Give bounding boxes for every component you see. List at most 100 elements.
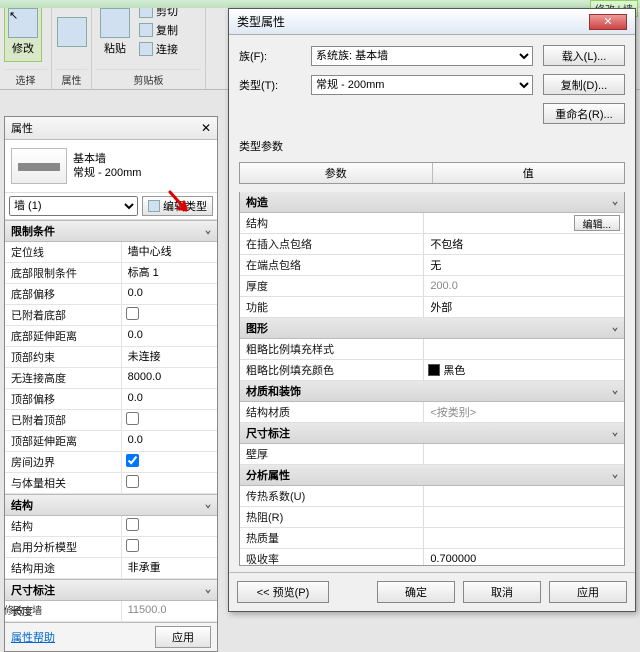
type-params-label: 类型参数 [239, 138, 625, 154]
copy-button[interactable]: 复制 [136, 21, 181, 39]
paste-icon [100, 8, 130, 38]
expander-icon: ⌄ [205, 584, 211, 596]
type-properties-dialog: 类型属性 ✕ 族(F): 系统族: 基本墙 载入(L)... 类型(T): 常规… [228, 8, 636, 612]
col-param: 参数 [240, 163, 433, 183]
width-field [428, 279, 620, 293]
type-params-grid: 构造⌄ 结构编辑... 在插入点包络 在端点包络 厚度 功能 图形⌄ 粗略比例填… [239, 192, 625, 566]
properties-title: 属性 [11, 120, 33, 136]
param-label: 结构用途 [5, 558, 122, 578]
group-dimensions[interactable]: 尺寸标注⌄ [5, 579, 217, 601]
group-props-label: 属性 [56, 69, 87, 89]
load-button[interactable]: 载入(L)... [543, 45, 625, 66]
copy-label: 复制 [156, 22, 178, 38]
expander-icon: ⌄ [205, 499, 211, 511]
status-bar: 修改 | 墙 [4, 602, 42, 617]
ok-button[interactable]: 确定 [377, 581, 455, 603]
properties-help-link[interactable]: 属性帮助 [11, 629, 55, 645]
param-label: 传热系数(U) [240, 486, 424, 506]
group-analytical[interactable]: 分析属性⌄ [240, 465, 624, 486]
param-label: 定位线 [5, 242, 122, 262]
top-attached-checkbox[interactable] [126, 412, 139, 425]
duplicate-button[interactable]: 复制(D)... [543, 74, 625, 95]
expander-icon: ⌄ [612, 385, 618, 397]
preview-button[interactable]: << 预览(P) [237, 581, 329, 603]
dialog-apply-button[interactable]: 应用 [549, 581, 627, 603]
modify-button[interactable]: ↖ 修改 [4, 2, 42, 62]
base-constraint-field[interactable] [126, 265, 213, 279]
group-structural[interactable]: 结构⌄ [5, 494, 217, 516]
top-constraint-field[interactable] [126, 349, 213, 363]
properties-title-bar[interactable]: 属性 ✕ [5, 117, 217, 140]
param-label: 结构 [5, 516, 122, 536]
unconnected-height-field[interactable] [126, 370, 213, 384]
wall-thickness-field[interactable] [428, 447, 620, 461]
group-dim[interactable]: 尺寸标注⌄ [240, 423, 624, 444]
join-icon [139, 42, 153, 56]
dialog-title: 类型属性 [237, 13, 285, 30]
group-graphics[interactable]: 图形⌄ [240, 318, 624, 339]
type-select[interactable]: 常规 - 200mm [311, 75, 533, 95]
param-label: 结构材质 [240, 402, 424, 422]
properties-button[interactable] [56, 2, 88, 62]
coarse-fill-field[interactable] [428, 342, 620, 356]
group-construction[interactable]: 构造⌄ [240, 192, 624, 213]
base-ext-field[interactable] [126, 328, 213, 342]
join-label: 连接 [156, 41, 178, 57]
param-label: 房间边界 [5, 452, 122, 472]
cancel-button[interactable]: 取消 [463, 581, 541, 603]
paste-button[interactable]: 粘贴 [96, 2, 134, 62]
group-clip-label: 剪贴板 [96, 69, 201, 89]
join-button[interactable]: 连接 [136, 40, 181, 58]
structural-material-field[interactable] [428, 405, 620, 419]
param-label: 顶部偏移 [5, 389, 122, 409]
param-label: 厚度 [240, 276, 424, 296]
structural-usage-field[interactable] [126, 560, 213, 574]
instance-filter[interactable]: 墙 (1) [9, 196, 138, 216]
function-field[interactable] [428, 300, 620, 314]
top-ext-field[interactable] [126, 433, 213, 447]
dialog-footer: << 预览(P) 确定 取消 应用 [229, 572, 635, 611]
param-label: 功能 [240, 297, 424, 317]
param-label: 底部偏移 [5, 284, 122, 304]
param-label: 顶部约束 [5, 347, 122, 367]
absorptance-field[interactable] [428, 552, 620, 566]
type-preview-icon [11, 148, 67, 184]
group-constraints[interactable]: 限制条件⌄ [5, 220, 217, 242]
structural-checkbox[interactable] [126, 518, 139, 531]
analytical-checkbox[interactable] [126, 539, 139, 552]
location-line-field[interactable] [126, 244, 213, 258]
group-materials[interactable]: 材质和装饰⌄ [240, 381, 624, 402]
param-label: 底部限制条件 [5, 263, 122, 283]
family-select[interactable]: 系统族: 基本墙 [311, 46, 533, 66]
expander-icon: ⌄ [612, 427, 618, 439]
dialog-title-bar[interactable]: 类型属性 ✕ [229, 9, 635, 35]
param-label: 与体量相关 [5, 473, 122, 493]
edit-type-label: 编辑类型 [163, 198, 207, 214]
type-selector[interactable]: 基本墙 常规 - 200mm [5, 140, 217, 193]
base-attached-checkbox[interactable] [126, 307, 139, 320]
type-params-header: 参数 值 [239, 162, 625, 184]
param-label: 粗略比例填充样式 [240, 339, 424, 359]
close-icon[interactable]: ✕ [201, 121, 211, 135]
color-swatch[interactable] [428, 364, 440, 376]
base-offset-field[interactable] [126, 286, 213, 300]
apply-button[interactable]: 应用 [155, 626, 211, 648]
edit-type-button[interactable]: 编辑类型 [142, 196, 213, 216]
edit-type-icon [148, 200, 160, 212]
coarse-color-name: 黑色 [443, 362, 465, 378]
dialog-close-button[interactable]: ✕ [589, 14, 627, 30]
param-label: 已附着顶部 [5, 410, 122, 430]
family-name: 基本墙 [73, 152, 141, 166]
wrap-inserts-field[interactable] [428, 237, 620, 251]
expander-icon: ⌄ [612, 196, 618, 208]
wrap-ends-field[interactable] [428, 258, 620, 272]
col-value: 值 [433, 163, 625, 183]
rename-button[interactable]: 重命名(R)... [543, 103, 625, 124]
paste-label: 粘贴 [104, 40, 126, 56]
mass-related-checkbox[interactable] [126, 475, 139, 488]
room-bounding-checkbox[interactable] [126, 454, 139, 467]
structure-edit-button[interactable]: 编辑... [574, 215, 620, 231]
param-label: 热阻(R) [240, 507, 424, 527]
top-offset-field[interactable] [126, 391, 213, 405]
modify-label: 修改 [12, 40, 34, 56]
